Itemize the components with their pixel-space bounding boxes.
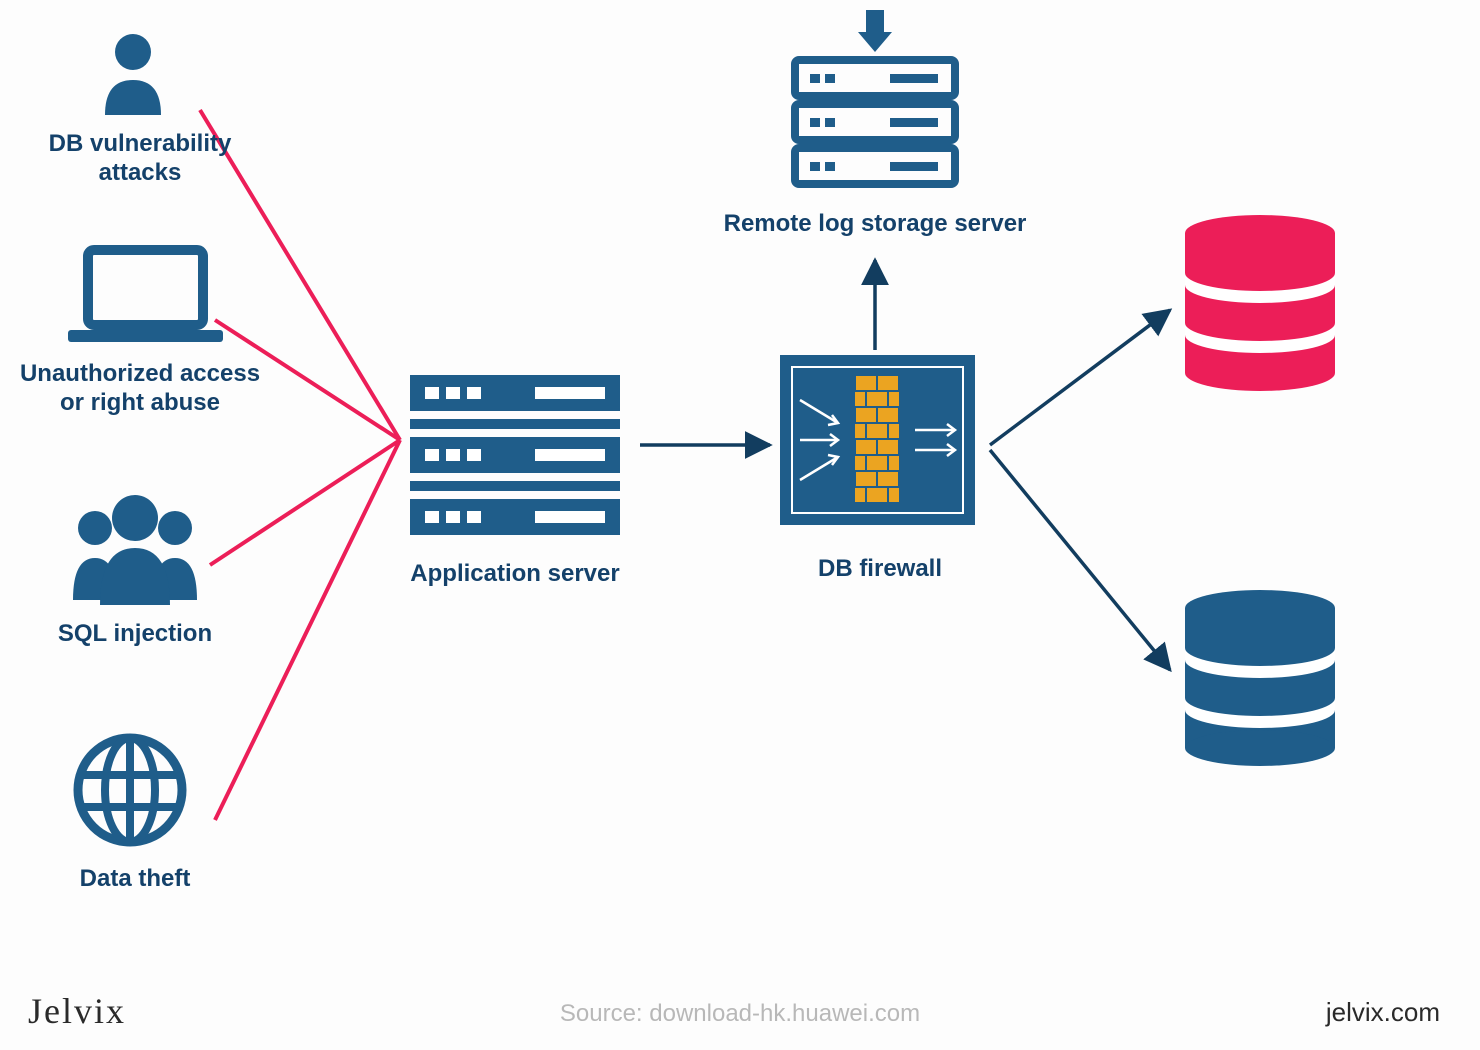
threat-label-unauth: Unauthorized accessor right abuse bbox=[10, 360, 270, 418]
database-bottom-icon bbox=[1185, 590, 1335, 766]
group-icon bbox=[73, 495, 197, 605]
site-text: jelvix.com bbox=[1326, 997, 1440, 1028]
arrow-firewall-to-db-top bbox=[990, 310, 1170, 445]
laptop-icon bbox=[68, 250, 223, 342]
db-firewall-icon bbox=[780, 355, 975, 525]
application-server-icon bbox=[410, 375, 620, 535]
arrow-firewall-to-db-bottom bbox=[990, 450, 1170, 670]
database-top-icon bbox=[1185, 215, 1335, 391]
threat-label-theft: Data theft bbox=[55, 865, 215, 894]
line-threat-4 bbox=[215, 440, 400, 820]
download-arrow-icon bbox=[858, 10, 892, 52]
app-server-label: Application server bbox=[380, 560, 650, 589]
diagram-canvas: DB vulnerabilityattacks Unauthorized acc… bbox=[0, 0, 1480, 1050]
person-icon bbox=[105, 34, 161, 115]
line-threat-3 bbox=[210, 440, 400, 565]
log-server-label: Remote log storage server bbox=[700, 210, 1050, 239]
log-server-icon bbox=[795, 60, 955, 184]
source-text: Source: download-hk.huawei.com bbox=[0, 1000, 1480, 1028]
globe-icon bbox=[78, 738, 182, 842]
threat-label-db-vuln: DB vulnerabilityattacks bbox=[20, 130, 260, 188]
db-firewall-label: DB firewall bbox=[790, 555, 970, 584]
threat-label-sql: SQL injection bbox=[35, 620, 235, 649]
